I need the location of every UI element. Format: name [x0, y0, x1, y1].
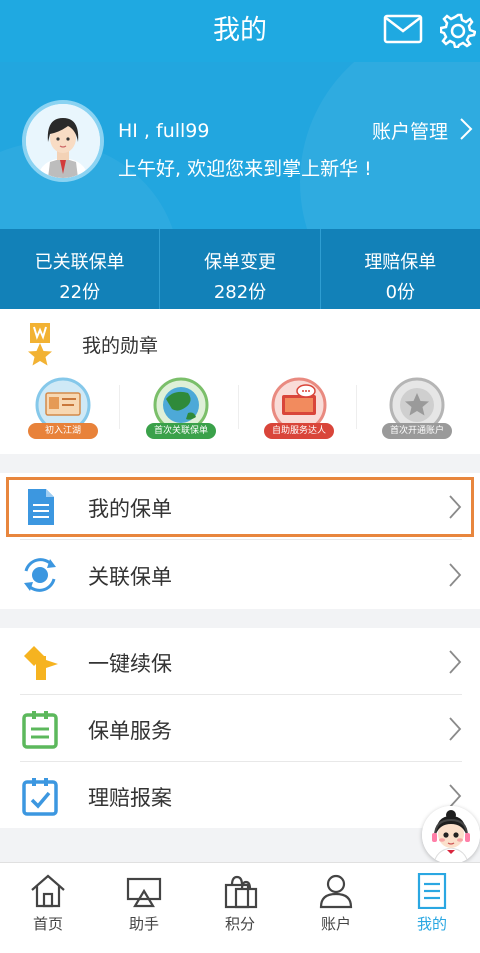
medal-beginner[interactable]: 初入江湖: [26, 377, 100, 441]
menu-item-label: 理赔报案: [88, 786, 172, 810]
menu-item-my-policies[interactable]: 我的保单: [0, 473, 480, 540]
stat-value: 282份: [213, 282, 267, 303]
tab-points[interactable]: 积分: [192, 863, 288, 942]
top-bar: 我的: [0, 0, 480, 62]
tab-label: 助手: [128, 915, 159, 933]
tab-assistant[interactable]: 助手: [96, 863, 192, 942]
stat-label: 理赔保单: [364, 252, 437, 273]
medals-title: 我的勋章: [82, 335, 159, 357]
stat-label: 保单变更: [203, 252, 276, 273]
account-icon: [319, 874, 353, 909]
tab-label: 我的: [416, 915, 447, 933]
tab-label: 首页: [32, 915, 63, 933]
greeting-name: HI , full99: [118, 120, 210, 142]
medal-label: 初入江湖: [28, 423, 98, 439]
avatar[interactable]: [22, 100, 104, 182]
calendar-check-icon: [22, 778, 58, 816]
menu-item-label: 一键续保: [88, 652, 172, 676]
medal-label: 首次开通账户: [382, 423, 452, 439]
chevron-right-icon: [449, 563, 462, 587]
customer-service-button[interactable]: [422, 806, 480, 864]
mine-icon: [417, 873, 447, 909]
mail-icon[interactable]: [383, 14, 423, 44]
tab-label: 账户: [320, 915, 351, 933]
assistant-icon: [126, 877, 162, 908]
medal-icon: [28, 323, 52, 366]
tab-account[interactable]: 账户: [288, 863, 384, 942]
home-icon: [31, 874, 65, 908]
tab-label: 积分: [224, 915, 255, 933]
stat-policy-changes[interactable]: 保单变更 282份: [160, 229, 321, 309]
menu-item-label: 保单服务: [88, 719, 172, 743]
medal-first-link[interactable]: 首次关联保单: [144, 377, 218, 441]
bottom-tab-bar: 首页 助手 积分 账户 我的: [0, 862, 480, 942]
headset-agent-icon: [422, 806, 480, 864]
medal-self-service[interactable]: 自助服务达人: [262, 377, 336, 441]
medal-first-account[interactable]: 首次开通账户: [380, 377, 454, 441]
chevron-right-icon: [449, 717, 462, 741]
stat-claim-policies[interactable]: 理赔保单 0份: [321, 229, 480, 309]
tab-mine[interactable]: 我的: [384, 863, 480, 942]
chevron-right-icon[interactable]: [458, 117, 474, 141]
menu-item-label: 关联保单: [88, 565, 172, 589]
points-icon: [224, 875, 258, 909]
stat-linked-policies[interactable]: 已关联保单 22份: [0, 229, 161, 309]
tab-home[interactable]: 首页: [0, 863, 96, 942]
document-icon: [28, 489, 54, 525]
user-avatar-icon: [26, 104, 100, 178]
menu-item-linked-policies[interactable]: 关联保单: [0, 541, 480, 608]
clipboard-list-icon: [22, 711, 58, 749]
medal-label: 自助服务达人: [264, 423, 334, 439]
menu-group-policies: 我的保单 关联保单: [0, 473, 480, 609]
chevron-right-icon: [449, 650, 462, 674]
renewal-icon: [24, 646, 58, 680]
menu-item-policy-services[interactable]: 保单服务: [0, 695, 480, 762]
stats-bar: 已关联保单 22份 保单变更 282份 理赔保单 0份: [0, 229, 480, 309]
menu-item-label: 我的保单: [88, 497, 172, 521]
menu-item-claim-report[interactable]: 理赔报案: [0, 762, 480, 829]
stat-value: 0份: [385, 282, 416, 303]
chevron-right-icon: [449, 495, 462, 519]
account-management-link[interactable]: 账户管理: [372, 117, 448, 144]
stat-value: 22份: [59, 282, 101, 303]
profile-panel: HI , full99 上午好, 欢迎您来到掌上新华 ! 账户管理: [0, 62, 480, 229]
greeting-text: 上午好, 欢迎您来到掌上新华 !: [118, 158, 372, 180]
stat-label: 已关联保单: [34, 252, 125, 273]
menu-item-one-click-renewal[interactable]: 一键续保: [0, 628, 480, 695]
medals-section: 我的勋章 初入江湖 首次关联保单 自助服务达人 首次开通账户: [0, 309, 480, 454]
menu-group-services: 一键续保 保单服务 理赔报案: [0, 628, 480, 828]
sync-icon: [24, 558, 56, 592]
medal-label: 首次关联保单: [146, 423, 216, 439]
gear-icon[interactable]: [440, 12, 476, 48]
